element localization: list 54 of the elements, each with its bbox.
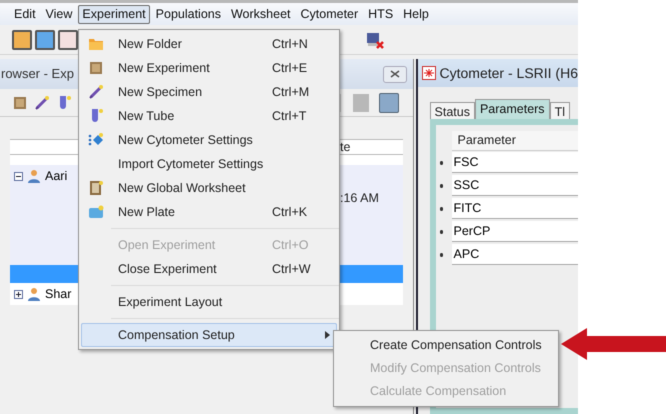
- menu-item[interactable]: Experiment Layout: [81, 290, 337, 314]
- column-header: te: [340, 140, 350, 154]
- bullet-icon: [440, 184, 443, 188]
- submenu-arrow-icon: [325, 331, 330, 339]
- user-icon: [27, 169, 41, 183]
- cytometer-toolbar-button[interactable]: [58, 30, 78, 50]
- laser-icon: [422, 66, 436, 80]
- folder-icon: [88, 36, 104, 52]
- bullet-icon: [440, 206, 443, 210]
- parameter-row[interactable]: SSC: [452, 175, 578, 196]
- menu-bar-item[interactable]: Experiment: [78, 4, 150, 24]
- close-icon: [390, 70, 400, 78]
- window-title: Cytometer - LSRII (H6: [440, 64, 578, 83]
- menu-item[interactable]: Compensation Setup: [81, 323, 337, 347]
- menu-bar-item[interactable]: Help: [399, 4, 433, 24]
- date-cell-text: :16 AM: [340, 190, 379, 207]
- plate-icon: [88, 204, 104, 220]
- menu-bar-item[interactable]: View: [42, 4, 76, 24]
- layout-toolbar-button[interactable]: [35, 30, 55, 50]
- menu-item[interactable]: New Specimen Ctrl+M: [81, 80, 337, 104]
- parameter-row[interactable]: APC: [452, 244, 578, 265]
- menu-item[interactable]: New Tube Ctrl+T: [81, 104, 337, 128]
- menu-item[interactable]: Import Cytometer Settings: [81, 152, 337, 176]
- menu-item[interactable]: Create Compensation Controls: [364, 334, 558, 357]
- menu-item[interactable]: Close Experiment Ctrl+W: [81, 257, 337, 281]
- panel-title: rowser - Exp: [1, 65, 74, 84]
- browser-toolbar-button[interactable]: [12, 30, 32, 50]
- toolbar-button[interactable]: [378, 92, 399, 112]
- column-header: Parameter: [458, 132, 516, 150]
- collapse-icon[interactable]: [14, 172, 23, 180]
- bullet-icon: [440, 230, 443, 234]
- menu-bar-item[interactable]: HTS: [364, 4, 398, 24]
- menu-item[interactable]: New Plate Ctrl+K: [81, 200, 337, 224]
- worksheet-icon: [88, 180, 104, 196]
- menu-item[interactable]: New Folder Ctrl+N: [81, 32, 337, 56]
- expand-icon[interactable]: [14, 290, 23, 298]
- menu-item[interactable]: New Cytometer Settings: [81, 128, 337, 152]
- tab[interactable]: Parameters: [474, 99, 550, 119]
- tab[interactable]: Tl: [550, 102, 570, 119]
- parameter-row[interactable]: FSC: [452, 152, 578, 173]
- bullet-icon: [440, 160, 443, 164]
- menu-item[interactable]: New Experiment Ctrl+E: [81, 56, 337, 80]
- parameter-row[interactable]: FITC: [452, 198, 578, 219]
- settings-icon: [88, 132, 104, 148]
- menu-bar-item[interactable]: Worksheet: [226, 4, 294, 24]
- user-icon: [27, 287, 41, 301]
- bullet-icon: [440, 252, 443, 256]
- menu-bar-item[interactable]: Edit: [10, 4, 40, 24]
- menu-item[interactable]: New Global Worksheet: [81, 176, 337, 200]
- close-button[interactable]: [382, 66, 407, 82]
- parameter-row[interactable]: PerCP: [452, 221, 578, 242]
- tab[interactable]: Status: [430, 102, 475, 119]
- menu-bar-item[interactable]: Populations: [152, 4, 225, 24]
- menu-bar-item[interactable]: Cytometer: [296, 4, 362, 24]
